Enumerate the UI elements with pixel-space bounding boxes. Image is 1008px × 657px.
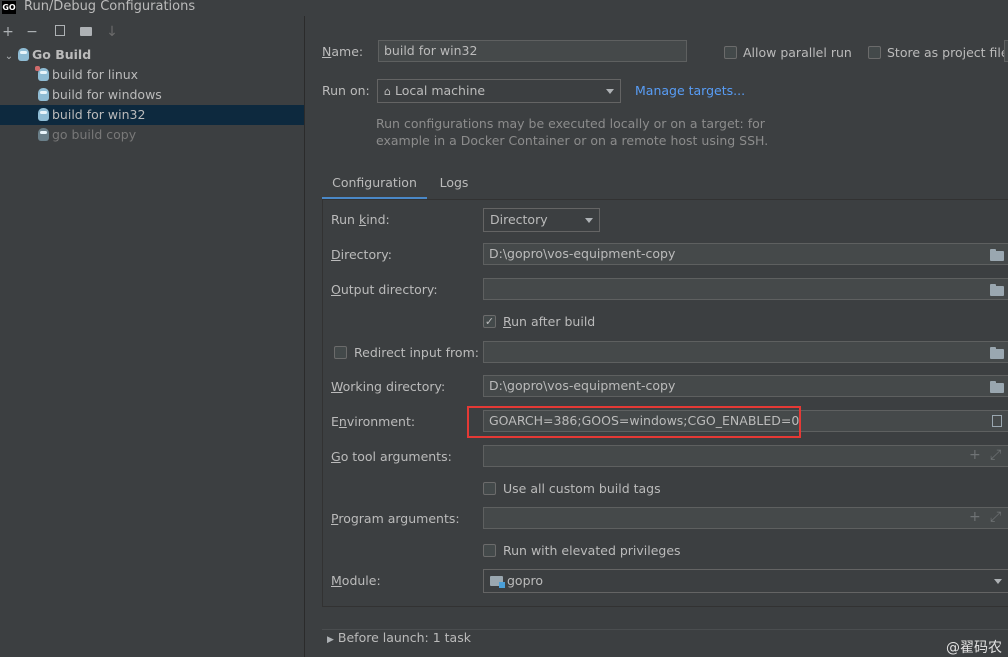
store-project-file-label: Store as project file [887, 45, 1008, 60]
plus-icon[interactable]: + [969, 509, 981, 525]
hint-line-1: Run configurations may be executed local… [376, 116, 765, 131]
working-directory-label: Working directory: [331, 379, 446, 394]
environment-label: Environment: [331, 414, 416, 429]
go-tool-arguments-input[interactable] [483, 445, 1008, 467]
store-project-file-checkbox[interactable] [868, 46, 881, 59]
gopher-icon [38, 128, 49, 141]
run-on-hint: Run configurations may be executed local… [376, 115, 768, 149]
title-bar: GO Run/Debug Configurations [0, 0, 1008, 16]
module-folder-icon [490, 576, 505, 588]
tab-label: Configuration [332, 175, 417, 190]
folder-plus-icon [80, 27, 92, 36]
module-label: Module: [331, 573, 381, 588]
use-custom-build-tags-label: Use all custom build tags [503, 481, 661, 496]
run-after-build-checkbox[interactable]: ✓ [483, 315, 496, 328]
go-tool-arguments-label: Go tool arguments: [331, 449, 452, 464]
chevron-down-icon [994, 579, 1002, 584]
directory-label: Directory: [331, 247, 392, 262]
checkmark-icon: ✓ [484, 315, 495, 328]
working-directory-input[interactable]: D:\gopro\vos-equipment-copy [483, 375, 1008, 397]
manage-targets-link[interactable]: Manage targets... [635, 83, 745, 98]
run-elevated-label: Run with elevated privileges [503, 543, 681, 558]
chevron-down-icon [585, 218, 593, 223]
gopher-icon [38, 88, 49, 101]
add-config-button[interactable]: + [0, 23, 16, 41]
tree-item-build-for-win32[interactable]: build for win32 [0, 105, 304, 125]
directory-input[interactable]: D:\gopro\vos-equipment-copy [483, 243, 1008, 265]
tab-label: Logs [439, 175, 469, 190]
folder-icon[interactable] [990, 249, 1004, 261]
goland-logo-icon: GO [2, 1, 16, 14]
module-value: gopro [506, 573, 544, 588]
run-on-label: Run on: [322, 83, 370, 98]
tree-item-label: build for windows [52, 87, 162, 102]
plus-icon[interactable]: + [969, 447, 981, 463]
name-input[interactable]: build for win32 [378, 40, 687, 62]
tree-item-build-for-linux[interactable]: build for linux [0, 65, 304, 85]
redirect-input-checkbox[interactable] [334, 346, 347, 359]
folder-icon[interactable] [990, 347, 1004, 359]
run-elevated-checkbox[interactable] [483, 544, 496, 557]
chevron-right-icon: ▶ [327, 635, 334, 645]
chevron-down-icon: ⌄ [4, 51, 14, 62]
run-after-build-label: Run after build [503, 314, 596, 329]
environment-highlight-box [467, 406, 801, 438]
copy-config-button[interactable] [52, 23, 68, 41]
run-kind-label: Run kind: [331, 212, 390, 227]
expand-icon[interactable]: ⤢ [990, 509, 1001, 525]
before-launch-label: Before launch: 1 task [337, 630, 471, 645]
output-directory-label: Output directory: [331, 282, 438, 297]
move-to-folder-button[interactable] [78, 23, 94, 41]
allow-parallel-checkbox[interactable] [724, 46, 737, 59]
tree-item-label: go build copy [52, 127, 137, 142]
tree-item-go-build-copy[interactable]: go build copy [0, 125, 304, 145]
gopher-icon [38, 108, 49, 121]
tree-item-label: build for win32 [52, 107, 146, 122]
watermark: @翟码农 [946, 640, 1002, 656]
folder-icon[interactable] [990, 381, 1004, 393]
use-custom-build-tags-checkbox[interactable] [483, 482, 496, 495]
run-on-value: Local machine [394, 83, 486, 98]
output-directory-input[interactable] [483, 278, 1008, 300]
edit-environment-icon[interactable] [992, 415, 1002, 427]
hint-line-2: example in a Docker Container or on a re… [376, 133, 769, 148]
gopher-icon [35, 66, 49, 81]
before-launch-toggle[interactable]: ▶ Before launch: 1 task [327, 630, 479, 645]
name-label: Name: [322, 44, 364, 59]
program-arguments-input[interactable] [483, 507, 1008, 529]
window-title: Run/Debug Configurations [24, 0, 196, 14]
expand-icon[interactable]: ⤢ [990, 447, 1001, 463]
home-icon: ⌂ [384, 85, 391, 98]
sort-button[interactable]: ↓ [104, 23, 120, 41]
remove-config-button[interactable]: − [24, 23, 40, 41]
tree-item-build-for-windows[interactable]: build for windows [0, 85, 304, 105]
allow-parallel-label: Allow parallel run [743, 45, 852, 60]
chevron-down-icon [606, 89, 614, 94]
store-path-field-edge[interactable] [1004, 40, 1008, 62]
run-on-select[interactable]: ⌂ Local machine [377, 79, 621, 103]
gopher-icon [18, 48, 29, 61]
tree-item-label: build for linux [52, 67, 139, 82]
tab-configuration[interactable]: Configuration [322, 170, 427, 200]
redirect-input-field[interactable] [483, 341, 1008, 363]
copy-icon [55, 25, 65, 36]
run-kind-value: Directory [490, 212, 548, 227]
module-select[interactable]: gopro [483, 569, 1008, 593]
tab-logs[interactable]: Logs [427, 170, 481, 200]
tree-group-go-build[interactable]: ⌄ Go Build [0, 45, 304, 65]
program-arguments-label: Program arguments: [331, 511, 460, 526]
run-kind-select[interactable]: Directory [483, 208, 600, 232]
redirect-input-label: Redirect input from: [354, 345, 479, 360]
folder-icon[interactable] [990, 284, 1004, 296]
tree-group-label: Go Build [32, 47, 92, 62]
